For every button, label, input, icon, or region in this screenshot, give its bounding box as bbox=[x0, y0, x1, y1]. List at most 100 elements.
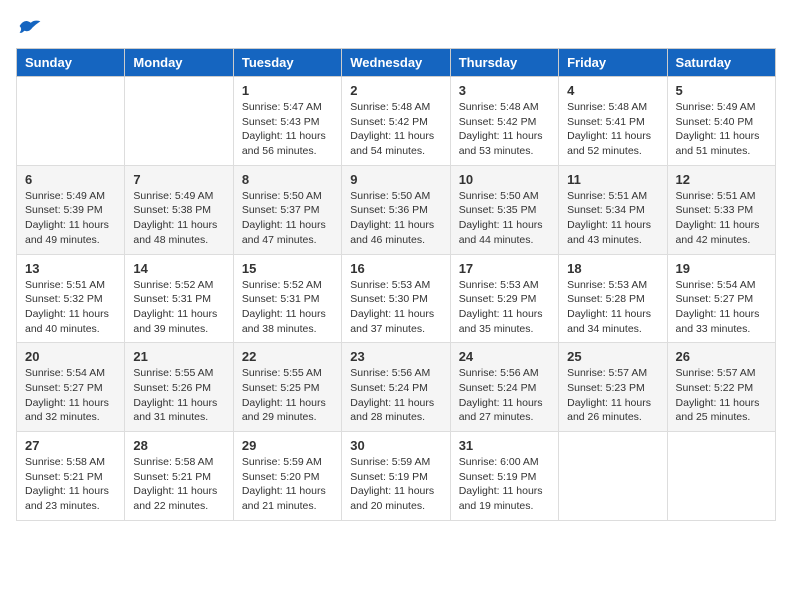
day-info: Sunrise: 5:57 AM Sunset: 5:22 PM Dayligh… bbox=[676, 366, 767, 425]
calendar-cell: 19 Sunrise: 5:54 AM Sunset: 5:27 PM Dayli… bbox=[667, 254, 775, 343]
calendar-cell: 7 Sunrise: 5:49 AM Sunset: 5:38 PM Daylig… bbox=[125, 165, 233, 254]
day-info: Sunrise: 5:52 AM Sunset: 5:31 PM Dayligh… bbox=[242, 278, 333, 337]
day-info: Sunrise: 5:54 AM Sunset: 5:27 PM Dayligh… bbox=[676, 278, 767, 337]
day-number: 10 bbox=[459, 172, 550, 187]
day-info: Sunrise: 5:47 AM Sunset: 5:43 PM Dayligh… bbox=[242, 100, 333, 159]
day-number: 13 bbox=[25, 261, 116, 276]
day-info: Sunrise: 5:50 AM Sunset: 5:35 PM Dayligh… bbox=[459, 189, 550, 248]
calendar-cell: 30 Sunrise: 5:59 AM Sunset: 5:19 PM Dayli… bbox=[342, 432, 450, 521]
day-number: 2 bbox=[350, 83, 441, 98]
day-info: Sunrise: 5:56 AM Sunset: 5:24 PM Dayligh… bbox=[350, 366, 441, 425]
page-header bbox=[16, 16, 776, 36]
day-number: 8 bbox=[242, 172, 333, 187]
day-number: 7 bbox=[133, 172, 224, 187]
day-number: 11 bbox=[567, 172, 658, 187]
calendar-cell: 8 Sunrise: 5:50 AM Sunset: 5:37 PM Daylig… bbox=[233, 165, 341, 254]
day-info: Sunrise: 5:54 AM Sunset: 5:27 PM Dayligh… bbox=[25, 366, 116, 425]
calendar-cell: 1 Sunrise: 5:47 AM Sunset: 5:43 PM Daylig… bbox=[233, 77, 341, 166]
day-info: Sunrise: 5:48 AM Sunset: 5:42 PM Dayligh… bbox=[459, 100, 550, 159]
day-info: Sunrise: 6:00 AM Sunset: 5:19 PM Dayligh… bbox=[459, 455, 550, 514]
day-number: 23 bbox=[350, 349, 441, 364]
calendar-cell: 24 Sunrise: 5:56 AM Sunset: 5:24 PM Dayli… bbox=[450, 343, 558, 432]
day-number: 14 bbox=[133, 261, 224, 276]
day-info: Sunrise: 5:53 AM Sunset: 5:30 PM Dayligh… bbox=[350, 278, 441, 337]
day-number: 18 bbox=[567, 261, 658, 276]
day-number: 16 bbox=[350, 261, 441, 276]
calendar-cell bbox=[17, 77, 125, 166]
day-number: 19 bbox=[676, 261, 767, 276]
day-number: 9 bbox=[350, 172, 441, 187]
calendar-cell: 25 Sunrise: 5:57 AM Sunset: 5:23 PM Dayli… bbox=[559, 343, 667, 432]
day-number: 17 bbox=[459, 261, 550, 276]
calendar-table: SundayMondayTuesdayWednesdayThursdayFrid… bbox=[16, 48, 776, 521]
calendar-cell bbox=[559, 432, 667, 521]
day-info: Sunrise: 5:53 AM Sunset: 5:28 PM Dayligh… bbox=[567, 278, 658, 337]
day-number: 29 bbox=[242, 438, 333, 453]
logo bbox=[16, 16, 42, 36]
logo-bird-icon bbox=[18, 16, 42, 36]
day-number: 24 bbox=[459, 349, 550, 364]
column-header-saturday: Saturday bbox=[667, 49, 775, 77]
day-info: Sunrise: 5:55 AM Sunset: 5:25 PM Dayligh… bbox=[242, 366, 333, 425]
calendar-cell: 22 Sunrise: 5:55 AM Sunset: 5:25 PM Dayli… bbox=[233, 343, 341, 432]
calendar-cell: 2Sunrise: 5:48 AM Sunset: 5:42 PM Daylig… bbox=[342, 77, 450, 166]
calendar-cell: 26Sunrise: 5:57 AM Sunset: 5:22 PM Dayli… bbox=[667, 343, 775, 432]
column-header-sunday: Sunday bbox=[17, 49, 125, 77]
day-info: Sunrise: 5:57 AM Sunset: 5:23 PM Dayligh… bbox=[567, 366, 658, 425]
day-info: Sunrise: 5:49 AM Sunset: 5:38 PM Dayligh… bbox=[133, 189, 224, 248]
column-header-thursday: Thursday bbox=[450, 49, 558, 77]
calendar-cell: 31 Sunrise: 6:00 AM Sunset: 5:19 PM Dayli… bbox=[450, 432, 558, 521]
day-info: Sunrise: 5:55 AM Sunset: 5:26 PM Dayligh… bbox=[133, 366, 224, 425]
day-number: 27 bbox=[25, 438, 116, 453]
day-info: Sunrise: 5:50 AM Sunset: 5:36 PM Dayligh… bbox=[350, 189, 441, 248]
calendar-cell: 11 Sunrise: 5:51 AM Sunset: 5:34 PM Dayli… bbox=[559, 165, 667, 254]
day-number: 30 bbox=[350, 438, 441, 453]
calendar-cell bbox=[125, 77, 233, 166]
calendar-cell: 13 Sunrise: 5:51 AM Sunset: 5:32 PM Dayli… bbox=[17, 254, 125, 343]
calendar-week-row: 6Sunrise: 5:49 AM Sunset: 5:39 PM Daylig… bbox=[17, 165, 776, 254]
day-number: 5 bbox=[676, 83, 767, 98]
day-number: 28 bbox=[133, 438, 224, 453]
calendar-cell: 4 Sunrise: 5:48 AM Sunset: 5:41 PM Daylig… bbox=[559, 77, 667, 166]
day-number: 4 bbox=[567, 83, 658, 98]
day-info: Sunrise: 5:59 AM Sunset: 5:20 PM Dayligh… bbox=[242, 455, 333, 514]
calendar-cell: 18 Sunrise: 5:53 AM Sunset: 5:28 PM Dayli… bbox=[559, 254, 667, 343]
day-info: Sunrise: 5:51 AM Sunset: 5:33 PM Dayligh… bbox=[676, 189, 767, 248]
calendar-cell: 16 Sunrise: 5:53 AM Sunset: 5:30 PM Dayli… bbox=[342, 254, 450, 343]
calendar-cell: 27 Sunrise: 5:58 AM Sunset: 5:21 PM Dayli… bbox=[17, 432, 125, 521]
day-number: 15 bbox=[242, 261, 333, 276]
column-header-friday: Friday bbox=[559, 49, 667, 77]
day-info: Sunrise: 5:51 AM Sunset: 5:34 PM Dayligh… bbox=[567, 189, 658, 248]
calendar-cell: 5 Sunrise: 5:49 AM Sunset: 5:40 PM Daylig… bbox=[667, 77, 775, 166]
calendar-cell: 23 Sunrise: 5:56 AM Sunset: 5:24 PM Dayli… bbox=[342, 343, 450, 432]
calendar-cell: 15 Sunrise: 5:52 AM Sunset: 5:31 PM Dayli… bbox=[233, 254, 341, 343]
calendar-cell: 17Sunrise: 5:53 AM Sunset: 5:29 PM Dayli… bbox=[450, 254, 558, 343]
day-info: Sunrise: 5:58 AM Sunset: 5:21 PM Dayligh… bbox=[25, 455, 116, 514]
day-number: 12 bbox=[676, 172, 767, 187]
day-info: Sunrise: 5:49 AM Sunset: 5:40 PM Dayligh… bbox=[676, 100, 767, 159]
day-number: 1 bbox=[242, 83, 333, 98]
day-info: Sunrise: 5:50 AM Sunset: 5:37 PM Dayligh… bbox=[242, 189, 333, 248]
calendar-cell bbox=[667, 432, 775, 521]
calendar-cell: 21 Sunrise: 5:55 AM Sunset: 5:26 PM Dayli… bbox=[125, 343, 233, 432]
calendar-cell: 20 Sunrise: 5:54 AM Sunset: 5:27 PM Dayli… bbox=[17, 343, 125, 432]
day-info: Sunrise: 5:48 AM Sunset: 5:41 PM Dayligh… bbox=[567, 100, 658, 159]
calendar-cell: 28Sunrise: 5:58 AM Sunset: 5:21 PM Dayli… bbox=[125, 432, 233, 521]
day-number: 31 bbox=[459, 438, 550, 453]
calendar-cell: 3Sunrise: 5:48 AM Sunset: 5:42 PM Daylig… bbox=[450, 77, 558, 166]
day-info: Sunrise: 5:56 AM Sunset: 5:24 PM Dayligh… bbox=[459, 366, 550, 425]
calendar-week-row: 27 Sunrise: 5:58 AM Sunset: 5:21 PM Dayli… bbox=[17, 432, 776, 521]
day-number: 20 bbox=[25, 349, 116, 364]
day-number: 21 bbox=[133, 349, 224, 364]
calendar-week-row: 1 Sunrise: 5:47 AM Sunset: 5:43 PM Daylig… bbox=[17, 77, 776, 166]
day-info: Sunrise: 5:52 AM Sunset: 5:31 PM Dayligh… bbox=[133, 278, 224, 337]
day-info: Sunrise: 5:59 AM Sunset: 5:19 PM Dayligh… bbox=[350, 455, 441, 514]
day-number: 25 bbox=[567, 349, 658, 364]
day-number: 22 bbox=[242, 349, 333, 364]
column-header-monday: Monday bbox=[125, 49, 233, 77]
calendar-header-row: SundayMondayTuesdayWednesdayThursdayFrid… bbox=[17, 49, 776, 77]
day-info: Sunrise: 5:51 AM Sunset: 5:32 PM Dayligh… bbox=[25, 278, 116, 337]
day-number: 6 bbox=[25, 172, 116, 187]
calendar-cell: 12 Sunrise: 5:51 AM Sunset: 5:33 PM Dayli… bbox=[667, 165, 775, 254]
calendar-cell: 29 Sunrise: 5:59 AM Sunset: 5:20 PM Dayli… bbox=[233, 432, 341, 521]
